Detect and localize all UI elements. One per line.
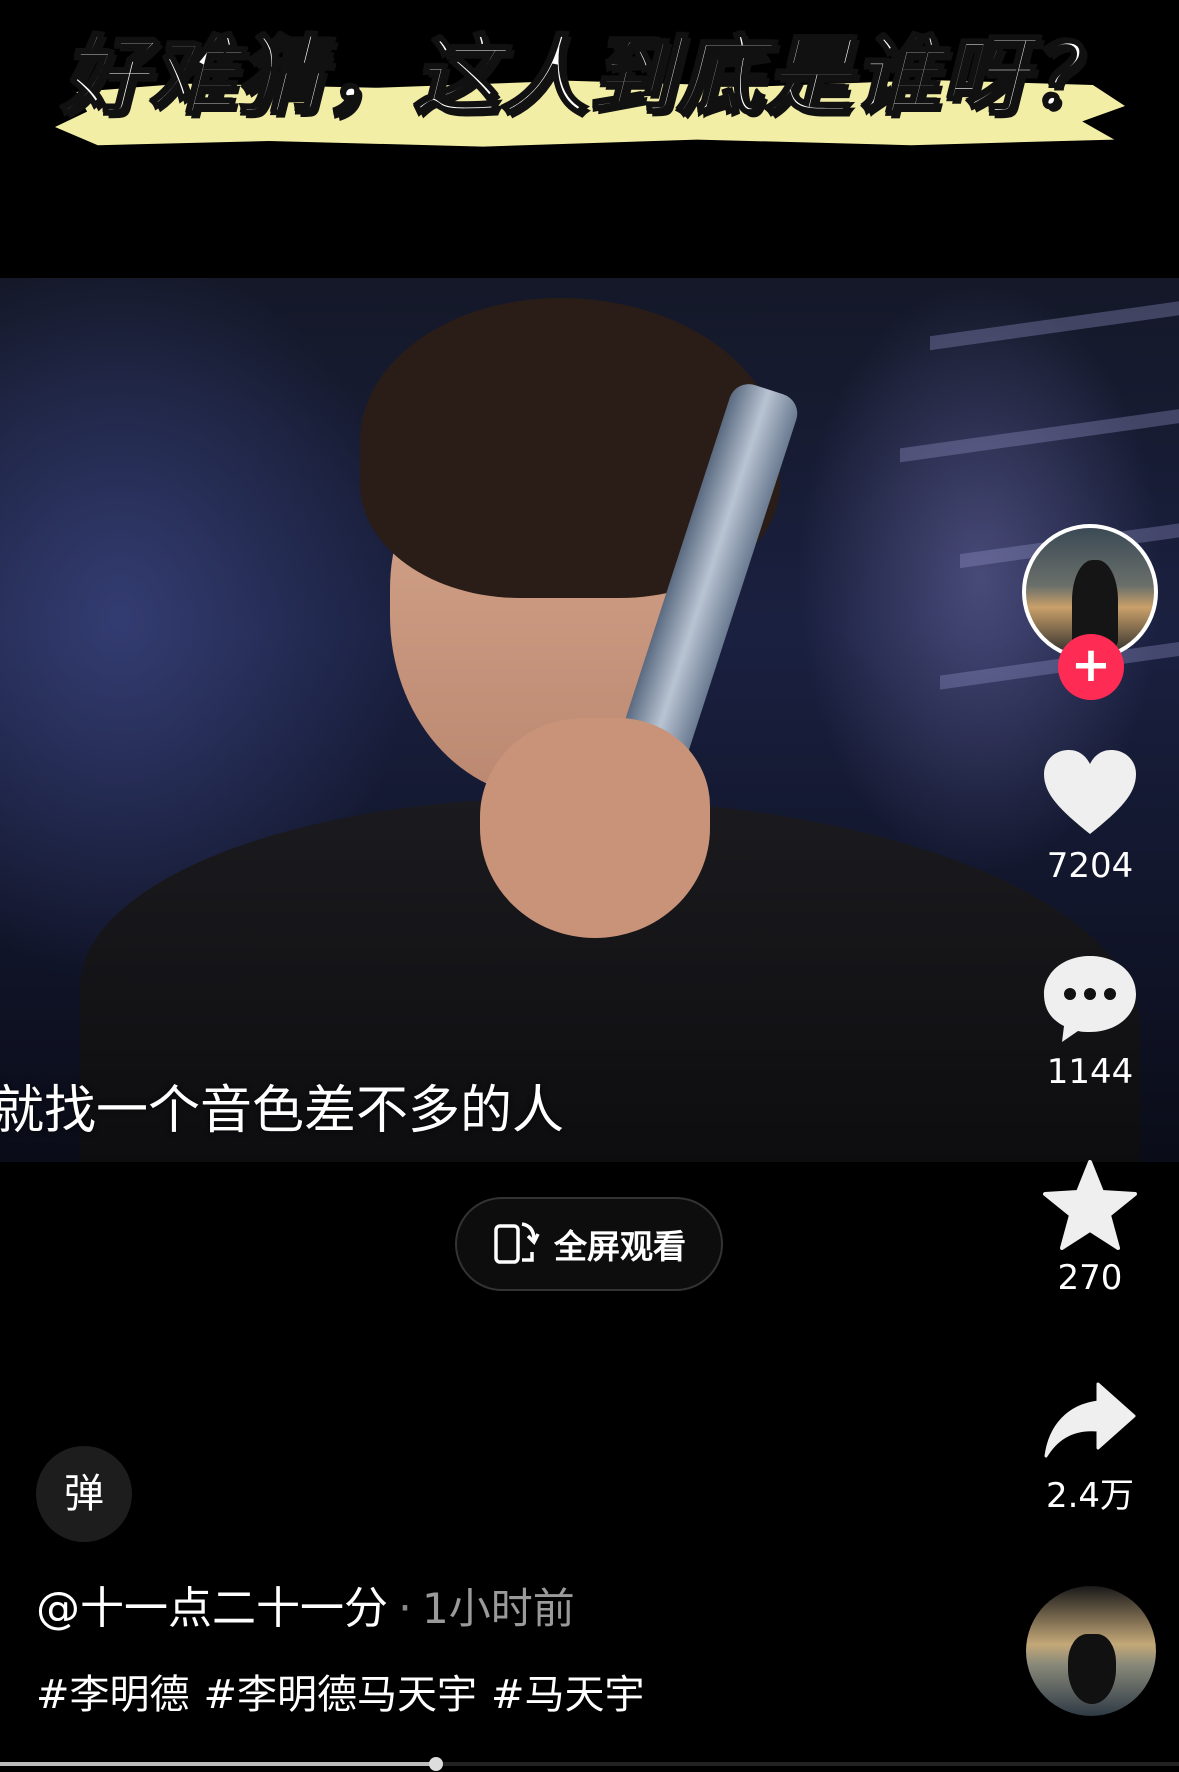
stage-light (930, 299, 1179, 351)
video-subtitle: 就找一个音色差不多的人 (0, 1081, 565, 1141)
progress-fill (0, 1762, 437, 1766)
share-button[interactable]: 2.4万 (1010, 1380, 1170, 1517)
progress-knob[interactable] (429, 1757, 444, 1771)
post-time: 1小时前 (422, 1584, 575, 1633)
hashtag-link[interactable]: #马天宇 (491, 1672, 645, 1718)
banner-title: 好难猜，这人到底是谁呀？ (60, 26, 1118, 129)
like-count: 7204 (1046, 846, 1134, 886)
star-icon (1043, 1160, 1137, 1250)
post-meta: @十一点二十一分 · 1小时前 (36, 1572, 575, 1636)
title-banner: 好难猜，这人到底是谁呀？ (0, 0, 1179, 170)
separator-dot: · (398, 1583, 412, 1634)
like-button[interactable]: 7204 (1010, 748, 1170, 886)
favorite-count: 270 (1057, 1258, 1123, 1298)
fullscreen-button[interactable]: 全屏观看 (455, 1197, 723, 1291)
stage-light (900, 407, 1179, 463)
favorite-button[interactable]: 270 (1010, 1160, 1170, 1298)
disc-figure (1068, 1634, 1116, 1704)
performer-hand (480, 718, 710, 938)
comment-icon (1044, 956, 1136, 1042)
hashtag-link[interactable]: #李明德马天宇 (204, 1672, 478, 1718)
danmu-toggle-button[interactable]: 弹 (36, 1446, 132, 1542)
author-name[interactable]: @十一点二十一分 (36, 1583, 388, 1634)
heart-icon (1044, 750, 1136, 834)
fullscreen-label: 全屏观看 (554, 1227, 686, 1266)
video-player[interactable]: 就找一个音色差不多的人 (0, 278, 1179, 1162)
comment-count: 1144 (1046, 1052, 1134, 1092)
rotate-screen-icon (492, 1216, 540, 1272)
comment-button[interactable]: 1144 (1010, 952, 1170, 1092)
share-arrow-icon (1044, 1382, 1136, 1458)
video-progress-bar[interactable] (0, 1757, 1179, 1771)
share-count: 2.4万 (1045, 1476, 1135, 1516)
music-disc[interactable] (1026, 1586, 1156, 1716)
hashtag-list: #李明德 #李明德马天宇 #马天宇 (36, 1662, 659, 1720)
hashtag-link[interactable]: #李明德 (36, 1672, 190, 1718)
follow-button[interactable]: + (1058, 634, 1124, 700)
